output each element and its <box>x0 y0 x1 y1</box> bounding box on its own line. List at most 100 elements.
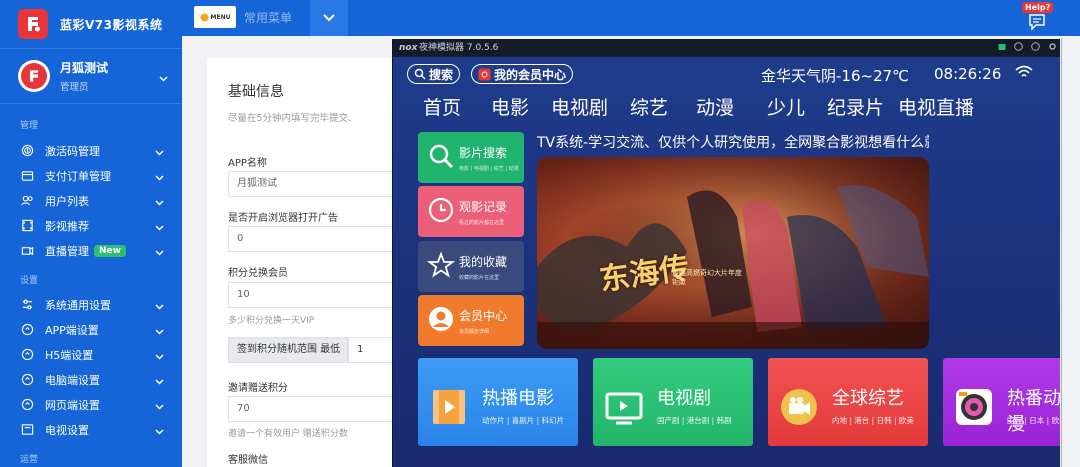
desktop-icon <box>20 373 34 387</box>
chevron-down-icon <box>155 425 164 438</box>
chevron-down-icon <box>155 171 164 184</box>
featured-poster[interactable]: 东海传 最强高燃奇幻大片年度钜献 <box>537 157 929 349</box>
help-tag: Help? <box>1022 2 1054 13</box>
variety-tile[interactable]: 全球综艺 内地 | 港台 | 日韩 | 欧美 <box>768 358 928 446</box>
category-tabs: 首页 电影 电视剧 综艺 动漫 少儿 纪录片 电视直播 <box>393 93 1060 123</box>
sidebar-item-label: 支付订单管理 <box>45 169 111 183</box>
menu-button[interactable]: MENU <box>194 6 236 28</box>
chevron-down-icon <box>155 146 164 159</box>
form-title: 基础信息 <box>228 84 284 100</box>
browser-ad-input[interactable]: 0 <box>228 226 400 252</box>
member-center-button[interactable]: 我的会员中心 <box>471 64 574 84</box>
sidebar-item-tv-settings[interactable]: 电视设置 <box>0 417 182 442</box>
points-input[interactable]: 10 <box>228 282 400 308</box>
tab-kids[interactable]: 少儿 <box>767 93 805 120</box>
hot-movies-tile[interactable]: 热播电影 动作片 | 喜剧片 | 科幻片 <box>418 358 578 446</box>
menu-icon <box>199 12 209 22</box>
tv-series-tile[interactable]: 电视剧 国产剧 | 港台剧 | 韩剧 <box>593 358 753 446</box>
tab-documentary[interactable]: 纪录片 <box>827 93 884 120</box>
user-name: 月狐测试 <box>60 61 109 75</box>
broadcast-icon <box>20 244 34 258</box>
invite-input[interactable]: 70 <box>228 396 400 422</box>
h5-icon <box>20 348 34 362</box>
tab-home[interactable]: 首页 <box>423 93 461 120</box>
user-icon <box>426 304 456 334</box>
invite-label: 邀请赠送积分 <box>228 383 288 394</box>
sidebar-item-label: 用户列表 <box>45 194 89 208</box>
search-button[interactable]: 搜索 <box>407 64 461 84</box>
chevron-down-icon <box>155 196 164 209</box>
sidebar-item-system-settings[interactable]: 系统通用设置 <box>0 292 182 317</box>
tab-tv-series[interactable]: 电视剧 <box>551 93 608 120</box>
settings-gear-icon[interactable] <box>1048 42 1057 51</box>
tab-movies[interactable]: 电影 <box>491 93 529 120</box>
sidebar-item-label: 系统通用设置 <box>45 298 111 312</box>
user-menu[interactable]: 月狐测试 管理员 <box>0 48 182 104</box>
clock: 08:26:26 <box>934 65 1002 83</box>
chevron-down-icon <box>155 300 164 313</box>
sidebar-item-web-settings[interactable]: 网页端设置 <box>0 392 182 417</box>
search-icon <box>426 141 456 171</box>
form-subtitle: 尽量在5分钟内填写完毕提交. <box>228 113 352 124</box>
member-center-tile[interactable]: 会员中心 会员服务详细 <box>418 295 524 346</box>
tv-screen-icon <box>602 385 646 429</box>
watch-history-button[interactable]: 观影记录 看过的影片都在这里 <box>418 186 524 237</box>
wechat-label: 客服微信 <box>228 455 268 466</box>
users-icon <box>20 194 34 208</box>
new-badge: New <box>94 244 126 257</box>
invite-hint: 邀请一个有效用户 赠送积分数 <box>228 429 348 439</box>
tab-anime[interactable]: 动漫 <box>696 93 734 120</box>
film-reel-icon <box>427 385 471 429</box>
help-icon[interactable] <box>1014 42 1023 51</box>
sidebar-item-label: APP端设置 <box>45 323 99 337</box>
anime-tile[interactable]: 热番动漫 国产 | 日本 | 欧美 <box>943 358 1060 446</box>
checkin-range-label: 签到积分随机范围 最低 <box>228 337 348 363</box>
info-icon[interactable] <box>1031 42 1040 51</box>
nav-section-settings: 设置 <box>20 276 39 286</box>
tab-variety[interactable]: 综艺 <box>630 93 668 120</box>
chevron-down-icon <box>155 400 164 413</box>
common-menu-link[interactable]: 常用菜单 <box>244 0 292 36</box>
user-role: 管理员 <box>60 82 89 93</box>
app-name-input[interactable]: 月狐测试 <box>228 171 400 197</box>
brand-logo-icon <box>18 9 48 39</box>
nav-section-manage: 管理 <box>20 121 39 131</box>
sidebar-item-desktop-settings[interactable]: 电脑端设置 <box>0 367 182 392</box>
nox-logo: nox <box>399 43 418 53</box>
star-icon <box>426 250 456 280</box>
app-name-label: APP名称 <box>228 158 267 169</box>
sidebar: 蓝彩V73影视系统 月狐测试 管理员 管理 激活码管理 支付订单管理 用户列表 <box>0 0 182 467</box>
nav-section-ops: 运营 <box>20 455 39 465</box>
sidebar-item-app-settings[interactable]: APP端设置 <box>0 317 182 342</box>
chat-icon <box>1029 14 1045 30</box>
sidebar-item-label: H5端设置 <box>45 348 94 362</box>
web-icon <box>20 398 34 412</box>
sidebar-item-h5-settings[interactable]: H5端设置 <box>0 342 182 367</box>
points-label: 积分兑换会员 <box>228 268 288 279</box>
announcement-marquee: TV系统-学习交流、仅供个人研究使用，全网聚合影视想看什么就 <box>537 135 929 151</box>
weather-text: 金华天气阴-16~27℃ <box>761 67 910 85</box>
tv-app-screen: 搜索 我的会员中心 金华天气阴-16~27℃ 08:26:26 首页 电影 电视… <box>393 57 1060 467</box>
poster-art-icon <box>537 157 929 349</box>
film-icon <box>20 219 34 233</box>
film-search-button[interactable]: 影片搜索 电影 | 电视剧 | 综艺 | 动漫 <box>418 132 524 183</box>
page-edge <box>1060 36 1080 467</box>
app-icon <box>20 323 34 337</box>
sidebar-item-label: 直播管理 <box>45 244 89 258</box>
common-menu-dropdown[interactable] <box>310 0 348 36</box>
lens-icon <box>952 385 996 429</box>
chevron-down-icon <box>155 221 164 234</box>
favorites-button[interactable]: 我的收藏 收藏的影片在这里 <box>418 241 524 292</box>
sidebar-item-label: 网页端设置 <box>45 398 100 412</box>
brand-title: 蓝彩V73影视系统 <box>60 17 163 32</box>
sidebar-item-payment-orders[interactable]: 支付订单管理 <box>0 163 182 188</box>
sidebar-item-activation-codes[interactable]: 激活码管理 <box>0 138 182 163</box>
sidebar-item-live[interactable]: 直播管理 New <box>0 238 182 263</box>
message-icon[interactable] <box>998 43 1006 51</box>
chevron-down-icon <box>155 375 164 388</box>
help-button[interactable]: Help? <box>1022 2 1054 34</box>
chevron-down-icon <box>155 246 164 259</box>
sidebar-item-recommend[interactable]: 影视推荐 <box>0 213 182 238</box>
sidebar-item-users[interactable]: 用户列表 <box>0 188 182 213</box>
tab-live-tv[interactable]: 电视直播 <box>898 93 974 120</box>
